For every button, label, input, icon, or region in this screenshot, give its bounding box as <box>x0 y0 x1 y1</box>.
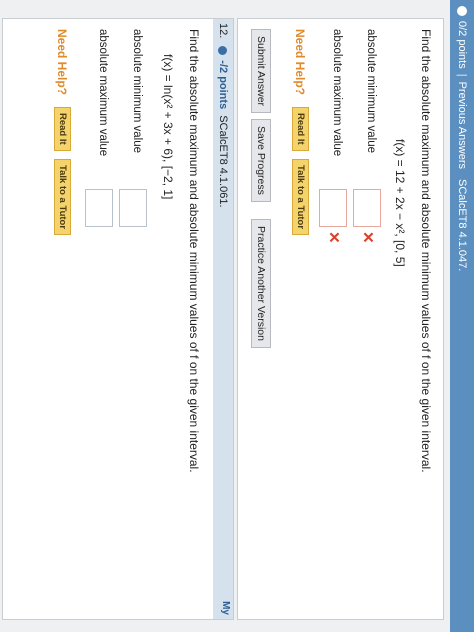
previous-question-bar: 0/2 points | Previous Answers SCalcET8 4… <box>450 0 474 632</box>
q11-talk-tutor-button[interactable]: Talk to a Tutor <box>292 159 309 236</box>
q12-min-input[interactable] <box>119 189 147 227</box>
q12-source: SCalcET8 4.1.061. <box>217 115 229 208</box>
status-icon <box>457 6 467 16</box>
previous-points: 0/2 points <box>456 21 468 69</box>
incorrect-icon: ✕ <box>359 231 376 244</box>
q12-max-label: absolute maximum value <box>97 29 109 157</box>
previous-answers-link[interactable]: Previous Answers <box>456 82 468 169</box>
q11-function: f(x) = 12 + 2x − x², [0, 5] <box>393 139 407 267</box>
q12-read-it-button[interactable]: Read It <box>54 107 71 151</box>
q12-prompt: Find the absolute maximum and absolute m… <box>187 29 201 473</box>
q12-need-help: Need Help? <box>55 29 69 96</box>
save-progress-button[interactable]: Save Progress <box>251 119 271 202</box>
q11-min-label: absolute minimum value <box>365 29 377 154</box>
q12-max-input[interactable] <box>85 189 113 227</box>
q11-need-help: Need Help? <box>293 29 307 96</box>
question-12-card: 12. -/2 points SCalcET8 4.1.061. My Find… <box>2 18 234 620</box>
previous-source: SCalcET8 4.1.047. <box>456 179 468 272</box>
q12-talk-tutor-button[interactable]: Talk to a Tutor <box>54 159 71 236</box>
submit-answer-button[interactable]: Submit Answer <box>251 29 271 114</box>
status-icon <box>218 46 228 56</box>
q12-points: -/2 points <box>217 60 229 110</box>
q11-read-it-button[interactable]: Read It <box>292 107 309 151</box>
q12-header: 12. -/2 points SCalcET8 4.1.061. My <box>213 19 233 619</box>
incorrect-icon: ✕ <box>325 231 342 244</box>
q12-min-label: absolute minimum value <box>131 29 143 154</box>
my-notes-tab[interactable]: My <box>220 601 231 615</box>
separator: | <box>456 73 468 77</box>
q12-function: f(x) = ln(x² + 3x + 6), [−2, 1] <box>161 54 175 200</box>
q11-max-input[interactable] <box>319 189 347 227</box>
q11-max-label: absolute maximum value <box>331 29 343 157</box>
practice-another-version-button[interactable]: Practice Another Version <box>251 219 271 348</box>
q11-min-input[interactable] <box>353 189 381 227</box>
q11-prompt: Find the absolute maximum and absolute m… <box>419 29 433 473</box>
rotated-screen: 0/2 points | Previous Answers SCalcET8 4… <box>0 0 474 632</box>
question-11-card: Find the absolute maximum and absolute m… <box>237 18 444 620</box>
q12-number: 12. <box>217 23 229 39</box>
